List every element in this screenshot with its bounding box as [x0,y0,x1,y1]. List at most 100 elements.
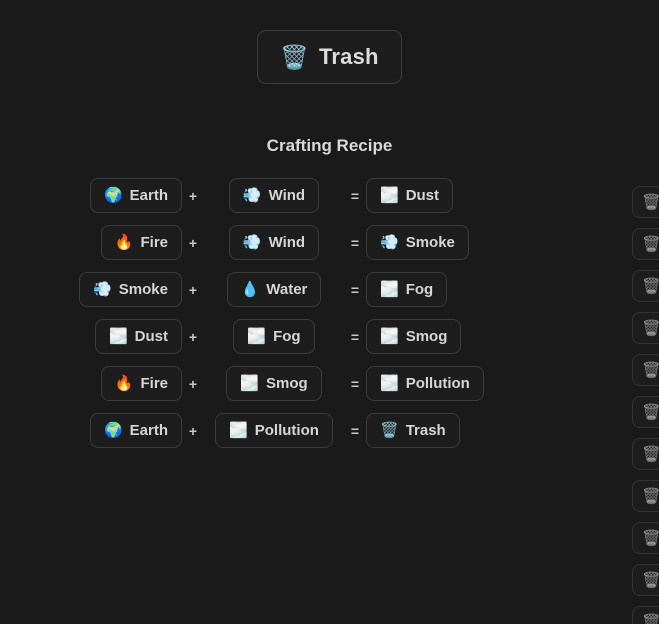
crafting-recipe-heading: Crafting Recipe [266,136,393,155]
recipe-slot-b: 💨 Wind [204,178,344,213]
element-label: Fire [140,234,168,251]
earth-globe-emoji: 🌍 [103,187,123,204]
element-chip[interactable]: 🌫️ Pollution [366,366,484,401]
fog-emoji: 🌫️ [108,328,128,345]
element-label: Smog [266,375,308,392]
header-area: 🗑️ Trash [0,0,659,84]
inventory-item-card[interactable]: 🗑️ [632,270,659,302]
recipe-row: 🌍 Earth + 💨 Wind = 🌫️ Dust [0,178,659,213]
equals-operator: = [350,328,360,345]
trash-emoji: 🗑️ [642,403,659,421]
trash-emoji: 🗑️ [642,193,659,211]
element-chip[interactable]: 💧 Water [226,272,322,307]
fog-emoji: 🌫️ [380,187,399,204]
element-label: Fog [273,328,301,345]
inventory-item-card[interactable]: 🗑️ [632,606,659,624]
inventory-item-card[interactable]: 🗑️ [632,312,659,344]
recipe-row: 💨 Smoke + 💧 Water = 🌫️ Fog [0,272,659,307]
trash-emoji: 🗑️ [642,487,659,505]
equals-operator: = [350,422,360,439]
recipe-row: 🔥 Fire + 💨 Wind = 💨 Smoke [0,225,659,260]
page-title: Trash [318,44,379,69]
recipe-slot-r: 🌫️ Fog [366,272,536,307]
fire-emoji: 🔥 [114,375,134,392]
element-chip[interactable]: 💨 Wind [228,178,320,213]
element-chip[interactable]: 💨 Wind [228,225,320,260]
element-label: Earth [129,422,168,439]
element-label: Smoke [405,234,455,251]
element-chip[interactable]: 🌍 Earth [89,178,182,213]
equals-operator: = [350,375,360,392]
wind-face-emoji: 💨 [380,234,399,251]
wind-face-emoji: 💨 [242,187,262,204]
recipe-slot-b: 💨 Wind [204,225,344,260]
element-chip[interactable]: 🗑️ Trash [366,413,460,448]
element-chip[interactable]: 💨 Smoke [79,272,182,307]
element-chip[interactable]: 💨 Smoke [366,225,469,260]
inventory-item-card[interactable]: 🗑️ [632,564,659,596]
trash-emoji: 🗑️ [642,613,659,624]
trash-emoji: 🗑️ [642,529,659,547]
inventory-edge-column: 🗑️ 🗑️ 🗑️ 🗑️ 🗑️ 🗑️ 🗑️ 🗑️ 🗑️ 🗑️ 🗑️ [632,186,659,624]
wind-face-emoji: 💨 [242,234,262,251]
inventory-item-card[interactable]: 🗑️ [632,438,659,470]
recipe-slot-a: 🔥 Fire [32,225,182,260]
element-label: Pollution [254,422,319,439]
element-label: Trash [405,422,446,439]
inventory-item-card[interactable]: 🗑️ [632,522,659,554]
wind-face-emoji: 💨 [93,281,112,298]
recipe-slot-b: 🌫️ Pollution [204,413,344,448]
recipe-slot-b: 🌫️ Fog [204,319,344,354]
inventory-item-card[interactable]: 🗑️ [632,354,659,386]
inventory-item-card[interactable]: 🗑️ [632,480,659,512]
trash-emoji: 🗑️ [642,277,659,295]
element-chip[interactable]: 🌫️ Fog [366,272,448,307]
element-label: Pollution [405,375,470,392]
equals-operator: = [350,281,360,298]
element-chip[interactable]: 🌫️ Fog [233,319,315,354]
equals-operator: = [350,187,360,204]
trash-emoji: 🗑️ [642,445,659,463]
fog-emoji: 🌫️ [229,422,248,439]
element-label: Wind [268,234,306,251]
fog-emoji: 🌫️ [247,328,267,345]
element-label: Dust [134,328,168,345]
element-label: Smoke [118,281,168,298]
fog-emoji: 🌫️ [380,328,399,345]
plus-operator: + [188,281,198,298]
recipe-slot-r: 🌫️ Pollution [366,366,536,401]
equals-operator: = [350,234,360,251]
element-chip[interactable]: 🔥 Fire [100,366,182,401]
trash-emoji: 🗑️ [642,319,659,337]
element-chip[interactable]: 🌫️ Smog [366,319,462,354]
recipe-row: 🔥 Fire + 🌫️ Smog = 🌫️ Pollution [0,366,659,401]
recipe-row: 🌍 Earth + 🌫️ Pollution = 🗑️ Trash [0,413,659,448]
element-chip[interactable]: 🌍 Earth [89,413,182,448]
element-label: Dust [405,187,440,204]
element-label: Smog [405,328,448,345]
recipe-slot-a: 🌍 Earth [32,178,182,213]
recipe-slot-b: 💧 Water [204,272,344,307]
recipe-slot-a: 🔥 Fire [32,366,182,401]
trash-icon: 🗑️ [280,43,309,70]
element-chip[interactable]: 🌫️ Pollution [215,413,333,448]
plus-operator: + [188,234,198,251]
element-label: Fire [140,375,168,392]
recipe-slot-a: 🌫️ Dust [32,319,182,354]
element-chip[interactable]: 🌫️ Smog [226,366,322,401]
recipe-slot-r: 💨 Smoke [366,225,536,260]
inventory-item-card[interactable]: 🗑️ [632,396,659,428]
element-chip[interactable]: 🌫️ Dust [94,319,182,354]
element-label: Water [266,281,308,298]
element-title-card[interactable]: 🗑️ Trash [257,30,402,84]
recipe-slot-a: 🌍 Earth [32,413,182,448]
element-chip[interactable]: 🔥 Fire [100,225,182,260]
trash-emoji: 🗑️ [642,235,659,253]
recipe-row: 🌫️ Dust + 🌫️ Fog = 🌫️ Smog [0,319,659,354]
inventory-item-card[interactable]: 🗑️ [632,186,659,218]
element-chip[interactable]: 🌫️ Dust [366,178,454,213]
inventory-item-card[interactable]: 🗑️ [632,228,659,260]
earth-globe-emoji: 🌍 [103,422,123,439]
trash-emoji: 🗑️ [642,571,659,589]
plus-operator: + [188,328,198,345]
